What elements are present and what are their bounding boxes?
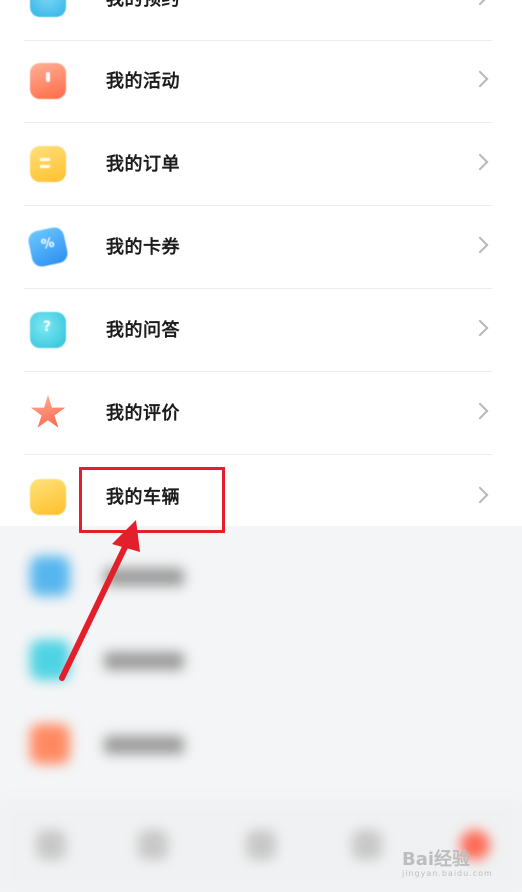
menu-item-label: 我的预约 <box>106 0 180 41</box>
blurred-row <box>24 536 492 618</box>
blurred-icon <box>30 556 70 596</box>
blurred-text <box>104 568 184 586</box>
highlight-box <box>79 467 225 533</box>
menu-item-label: 我的评价 <box>106 403 180 424</box>
menu-item-orders[interactable]: 我的订单 <box>24 124 492 206</box>
activity-bag-icon <box>30 63 66 99</box>
chevron-right-icon <box>471 236 489 254</box>
chevron-right-icon <box>471 70 489 88</box>
blurred-row <box>24 704 492 786</box>
chevron-right-icon <box>471 0 489 6</box>
order-list-icon <box>30 146 66 182</box>
menu-item-label: 我的订单 <box>106 154 180 175</box>
coupon-icon <box>26 225 70 269</box>
star-review-icon <box>30 395 66 428</box>
menu-item-coupons[interactable]: 我的卡券 <box>24 207 492 289</box>
menu-item-appointment[interactable]: 我的预约 <box>24 0 492 41</box>
watermark-subtext: jingyan.baidu.com <box>402 869 493 878</box>
menu-item-reviews[interactable]: 我的评价 <box>24 373 492 455</box>
qa-bubble-icon <box>30 312 66 348</box>
tab-icon <box>352 830 382 860</box>
watermark-text: Bai经验 <box>402 849 471 870</box>
chevron-right-icon <box>471 486 489 504</box>
car-icon <box>30 479 66 515</box>
blurred-text <box>104 652 184 670</box>
blurred-text <box>104 736 184 754</box>
menu-item-label: 我的活动 <box>106 71 180 92</box>
tab-icon <box>36 830 66 860</box>
menu-item-activity[interactable]: 我的活动 <box>24 41 492 123</box>
chevron-right-icon <box>471 402 489 420</box>
tab-icon <box>138 830 168 860</box>
calendar-icon <box>30 0 66 17</box>
menu-item-label: 我的问答 <box>106 320 180 341</box>
baidu-jingyan-watermark: Bai经验 jingyan.baidu.com <box>402 845 493 878</box>
chevron-right-icon <box>471 153 489 171</box>
blurred-icon <box>30 640 70 680</box>
blurred-row <box>24 620 492 702</box>
blurred-icon <box>30 724 70 764</box>
chevron-right-icon <box>471 319 489 337</box>
menu-item-label: 我的卡券 <box>106 237 180 258</box>
menu-item-qa[interactable]: 我的问答 <box>24 290 492 372</box>
tab-icon <box>246 830 276 860</box>
